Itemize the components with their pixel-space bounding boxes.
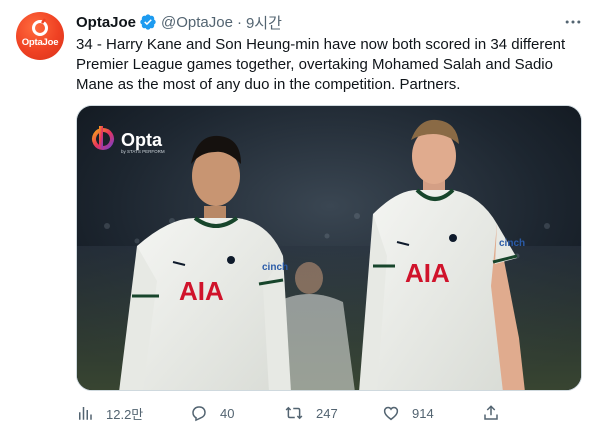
verified-badge-icon	[139, 13, 157, 31]
share-button[interactable]	[482, 400, 500, 426]
views-count: 12.2만	[106, 406, 144, 422]
opta-logo-subtext: by STATS PERFORM	[121, 149, 165, 154]
reply-icon	[190, 404, 208, 422]
heart-icon	[382, 404, 400, 422]
share-icon	[482, 404, 500, 422]
left-shirt-sponsor: AIA	[179, 276, 224, 306]
opta-logo-text: Opta	[121, 130, 163, 150]
action-bar: 12.2만 40 247 914	[76, 400, 506, 426]
right-shirt-sponsor: AIA	[405, 258, 450, 288]
left-sleeve-sponsor: cinch	[262, 262, 288, 273]
tweet-text: 34 - Harry Kane and Son Heung-min have n…	[76, 36, 566, 93]
more-options-icon[interactable]	[563, 12, 583, 32]
right-sleeve-sponsor: cinch	[499, 238, 525, 249]
tweet-card[interactable]: OptaJoe OptaJoe @OptaJoe · 9시간 34 - Harr…	[0, 0, 598, 433]
separator-dot: ·	[236, 13, 242, 31]
avatar-text: OptaJoe	[21, 37, 59, 48]
like-count: 914	[412, 405, 434, 421]
analytics-icon	[76, 404, 94, 422]
reply-count: 40	[220, 405, 235, 421]
retweet-icon	[284, 404, 304, 422]
retweet-count: 247	[316, 405, 338, 421]
views-button[interactable]: 12.2만	[76, 400, 143, 426]
avatar[interactable]: OptaJoe	[16, 12, 64, 60]
display-name[interactable]: OptaJoe	[76, 14, 136, 31]
tweet-media-image[interactable]: Opta by STATS PERFORM AIA cinch AIA cinc…	[76, 105, 582, 391]
reply-button[interactable]: 40	[190, 400, 234, 426]
handle[interactable]: @OptaJoe	[161, 14, 233, 31]
like-button[interactable]: 914	[382, 400, 434, 426]
retweet-button[interactable]: 247	[284, 400, 338, 426]
timestamp[interactable]: 9시간	[246, 12, 282, 33]
opta-logo-icon	[32, 18, 48, 36]
tweet-header: OptaJoe @OptaJoe · 9시간	[76, 12, 282, 32]
